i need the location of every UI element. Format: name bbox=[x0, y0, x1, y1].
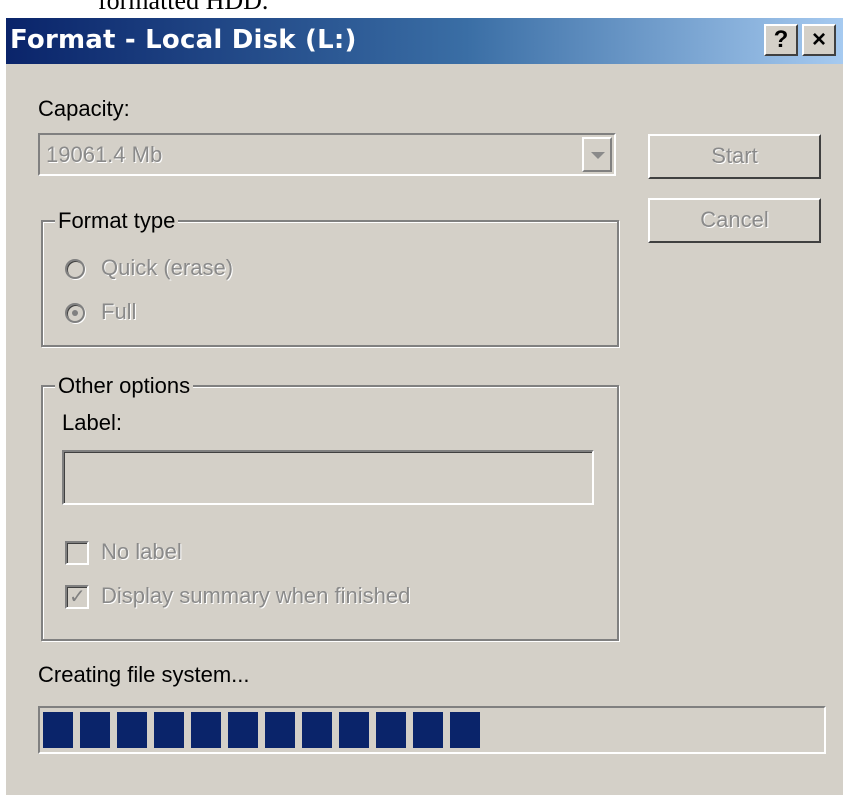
page-caption-text: formatted HDD. bbox=[98, 0, 269, 15]
display-summary-checkbox[interactable] bbox=[65, 584, 89, 609]
label-field-label: Label: bbox=[62, 410, 122, 435]
start-button[interactable]: Start bbox=[648, 134, 821, 179]
progress-fill bbox=[43, 712, 480, 748]
format-type-legend: Format type bbox=[55, 208, 179, 234]
window-title: Format - Local Disk (L:) bbox=[10, 25, 357, 55]
display-summary-label: Display summary when finished bbox=[101, 583, 411, 608]
format-type-group: Format type Quick (erase) Full bbox=[41, 208, 619, 347]
status-text: Creating file system... bbox=[38, 662, 250, 687]
help-button[interactable]: ? bbox=[764, 24, 798, 56]
quick-radio-label: Quick (erase) bbox=[101, 255, 234, 280]
chevron-down-icon[interactable] bbox=[582, 137, 612, 172]
cancel-button[interactable]: Cancel bbox=[648, 198, 821, 243]
full-radio[interactable] bbox=[65, 303, 85, 323]
capacity-select[interactable]: 19061.4 Mb bbox=[38, 133, 616, 176]
other-options-legend: Other options bbox=[55, 373, 194, 399]
close-button[interactable]: × bbox=[802, 24, 836, 56]
format-progress-bar bbox=[38, 706, 826, 754]
other-options-group: Other options Label: No label Display su… bbox=[41, 373, 619, 641]
full-radio-label: Full bbox=[101, 299, 137, 324]
format-dialog: Format - Local Disk (L:) ? × Capacity: 1… bbox=[6, 18, 843, 795]
capacity-value: 19061.4 Mb bbox=[46, 142, 163, 167]
title-bar[interactable]: Format - Local Disk (L:) ? × bbox=[6, 18, 843, 64]
capacity-label: Capacity: bbox=[38, 96, 130, 121]
quick-radio[interactable] bbox=[65, 259, 85, 279]
label-input[interactable] bbox=[62, 450, 594, 505]
no-label-label: No label bbox=[101, 539, 182, 564]
no-label-checkbox[interactable] bbox=[65, 541, 89, 565]
